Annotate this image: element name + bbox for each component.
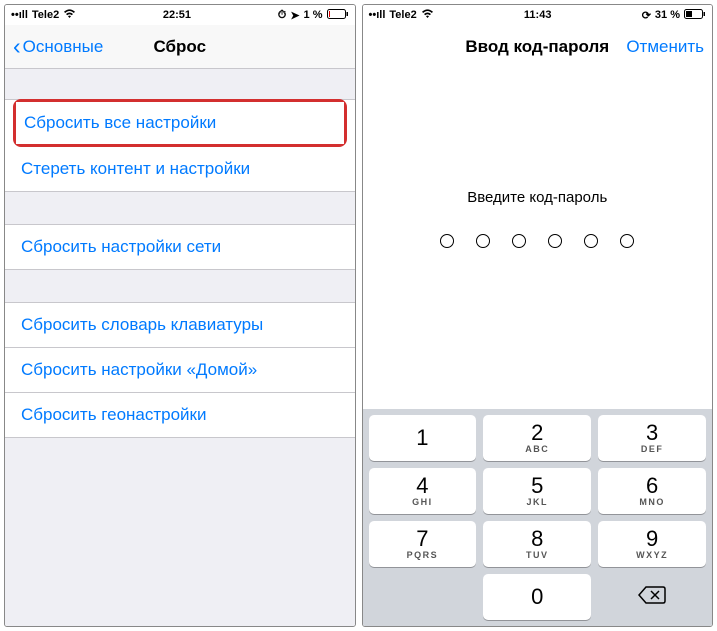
key-digit: 3 bbox=[646, 422, 658, 444]
reset-group-3: Сбросить словарь клавиатуры Сбросить нас… bbox=[5, 302, 355, 438]
key-digit: 6 bbox=[646, 475, 658, 497]
row-reset-all-settings[interactable]: Сбросить все настройки bbox=[16, 102, 344, 144]
key-letters: WXYZ bbox=[636, 550, 668, 560]
sync-icon: ⟳ bbox=[642, 9, 651, 22]
key-6[interactable]: 6 MNO bbox=[598, 468, 706, 514]
row-reset-home[interactable]: Сбросить настройки «Домой» bbox=[5, 348, 355, 393]
key-digit: 1 bbox=[416, 427, 428, 449]
key-digit: 8 bbox=[531, 528, 543, 550]
passcode-dot bbox=[620, 234, 634, 248]
nav-bar: ‹ Основные Сброс bbox=[5, 25, 355, 69]
key-digit: 9 bbox=[646, 528, 658, 550]
passcode-dot bbox=[584, 234, 598, 248]
row-erase-content[interactable]: Стереть контент и настройки bbox=[5, 147, 355, 191]
passcode-prompt: Введите код-пароль bbox=[363, 189, 713, 206]
passcode-dot bbox=[548, 234, 562, 248]
back-label: Основные bbox=[23, 37, 104, 57]
key-0[interactable]: 0 bbox=[483, 574, 591, 620]
key-8[interactable]: 8 TUV bbox=[483, 521, 591, 567]
key-7[interactable]: 7 PQRS bbox=[369, 521, 477, 567]
battery-icon bbox=[684, 9, 706, 22]
key-2[interactable]: 2 ABC bbox=[483, 415, 591, 461]
wifi-icon bbox=[63, 9, 76, 22]
key-digit: 4 bbox=[416, 475, 428, 497]
key-digit: 5 bbox=[531, 475, 543, 497]
reset-group-2: Сбросить настройки сети bbox=[5, 224, 355, 270]
carrier-label: Tele2 bbox=[32, 9, 59, 21]
carrier-label: Tele2 bbox=[389, 9, 416, 21]
passcode-dots bbox=[363, 234, 713, 248]
key-4[interactable]: 4 GHI bbox=[369, 468, 477, 514]
key-digit: 0 bbox=[531, 586, 543, 608]
key-letters: PQRS bbox=[407, 550, 439, 560]
numeric-keypad: 1 2 ABC 3 DEF 4 GHI 5 JKL 6 MNO bbox=[363, 409, 713, 626]
battery-percent: 1 % bbox=[304, 9, 323, 21]
highlight-annotation: Сбросить все настройки bbox=[13, 99, 347, 147]
battery-percent: 31 % bbox=[655, 9, 680, 21]
nav-bar: Ввод код-пароля Отменить bbox=[363, 25, 713, 69]
key-letters: ABC bbox=[525, 444, 549, 454]
key-1[interactable]: 1 bbox=[369, 415, 477, 461]
back-button[interactable]: ‹ Основные bbox=[13, 35, 103, 58]
signal-icon: ••ıll bbox=[11, 9, 28, 21]
key-letters: DEF bbox=[641, 444, 664, 454]
row-reset-keyboard[interactable]: Сбросить словарь клавиатуры bbox=[5, 303, 355, 348]
location-icon: ➤ bbox=[290, 9, 299, 22]
wifi-icon bbox=[421, 9, 434, 22]
passcode-dot bbox=[512, 234, 526, 248]
status-bar: ••ıll Tele2 11:43 ⟳ 31 % bbox=[363, 5, 713, 25]
reset-group-1: Сбросить все настройки Стереть контент и… bbox=[5, 99, 355, 192]
chevron-left-icon: ‹ bbox=[13, 35, 21, 58]
key-digit: 7 bbox=[416, 528, 428, 550]
cancel-button[interactable]: Отменить bbox=[626, 37, 704, 57]
row-reset-network[interactable]: Сбросить настройки сети bbox=[5, 225, 355, 269]
status-bar: ••ıll Tele2 22:51 ⏱ ➤ 1 % bbox=[5, 5, 355, 25]
key-letters: JKL bbox=[526, 497, 548, 507]
row-reset-location[interactable]: Сбросить геонастройки bbox=[5, 393, 355, 437]
key-5[interactable]: 5 JKL bbox=[483, 468, 591, 514]
battery-icon bbox=[327, 9, 349, 22]
key-letters: MNO bbox=[639, 497, 665, 507]
key-blank bbox=[369, 574, 477, 620]
passcode-dot bbox=[440, 234, 454, 248]
passcode-area: Введите код-пароль 1 2 ABC 3 DEF bbox=[363, 69, 713, 626]
reset-options: Сбросить все настройки Стереть контент и… bbox=[5, 69, 355, 626]
signal-icon: ••ıll bbox=[369, 9, 386, 21]
status-time: 11:43 bbox=[434, 9, 642, 21]
backspace-icon bbox=[638, 585, 666, 610]
phone-passcode-entry: ••ıll Tele2 11:43 ⟳ 31 % Ввод код-пароля… bbox=[362, 4, 714, 627]
key-3[interactable]: 3 DEF bbox=[598, 415, 706, 461]
phone-settings-reset: ••ıll Tele2 22:51 ⏱ ➤ 1 % ‹ Основные Сбр… bbox=[4, 4, 356, 627]
key-letters: GHI bbox=[412, 497, 433, 507]
key-9[interactable]: 9 WXYZ bbox=[598, 521, 706, 567]
key-delete[interactable] bbox=[598, 574, 706, 620]
key-digit: 2 bbox=[531, 422, 543, 444]
alarm-icon: ⏱ bbox=[278, 9, 287, 22]
status-time: 22:51 bbox=[76, 9, 278, 21]
passcode-dot bbox=[476, 234, 490, 248]
key-letters: TUV bbox=[526, 550, 549, 560]
